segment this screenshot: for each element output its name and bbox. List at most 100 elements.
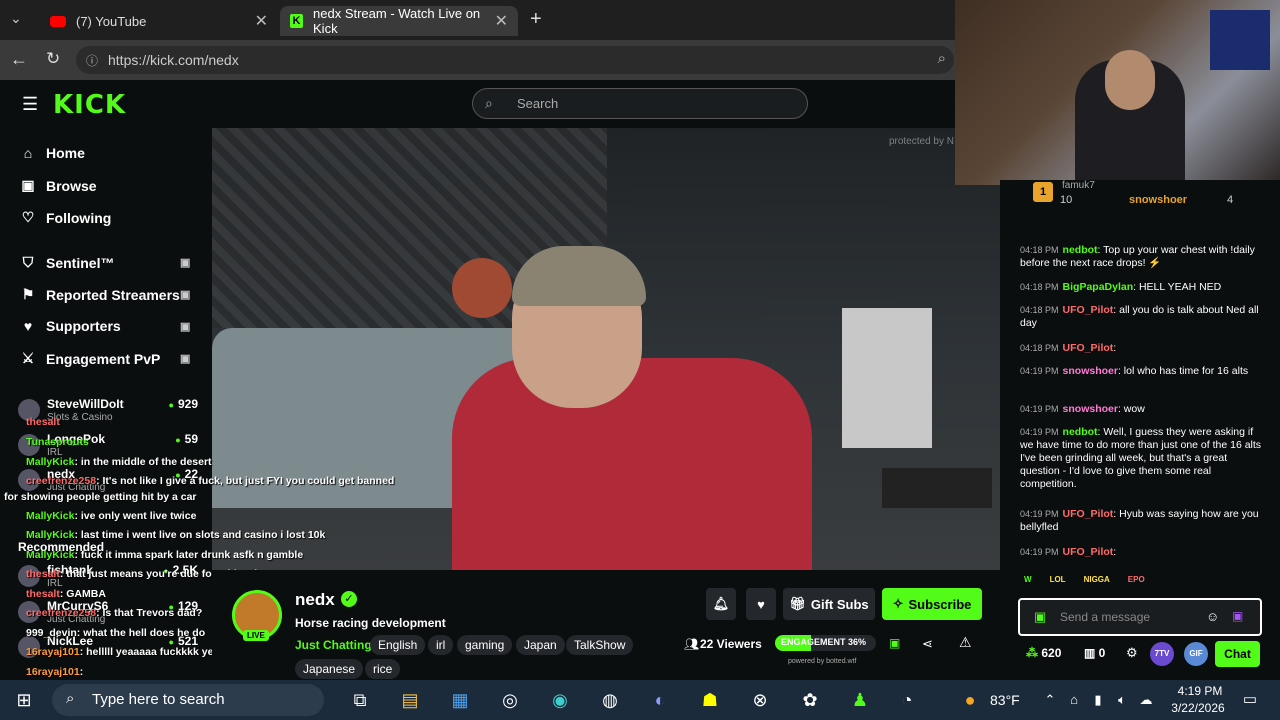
emote-bar: W LOL NIGGA EPO: [1024, 575, 1260, 591]
sidebar-item-label: Home: [46, 145, 85, 161]
chat-username[interactable]: nedbot: [1063, 426, 1098, 438]
sidebar-item-engagement-pvp[interactable]: ⚔ Engagement PvP ▣: [18, 350, 191, 367]
app-icon[interactable]: ♟: [848, 688, 872, 712]
external-link-icon: ▣: [180, 257, 191, 269]
emote[interactable]: LOL: [1050, 575, 1066, 591]
chat-username[interactable]: UFO_Pilot: [1063, 304, 1114, 316]
clock-time[interactable]: 4:19 PM: [1170, 684, 1230, 698]
obs-icon[interactable]: ◍: [598, 688, 622, 712]
points-icon: ⁂: [1026, 646, 1042, 660]
close-tab-icon[interactable]: ✕: [495, 11, 508, 31]
kick-logo[interactable]: KICK: [53, 90, 126, 120]
chat-username: MallyKick: [26, 529, 75, 541]
chat-username[interactable]: snowshoer: [1063, 365, 1118, 377]
sidebar-item-browse[interactable]: ▣ Browse: [18, 177, 96, 194]
follow-button[interactable]: ♥: [746, 588, 776, 620]
emoji-icon[interactable]: ☺: [1206, 609, 1219, 624]
share-icon[interactable]: ⋖: [922, 636, 933, 652]
tag[interactable]: Japan: [516, 635, 565, 655]
tab-youtube[interactable]: (7) YouTube ✕: [40, 6, 278, 36]
back-icon[interactable]: ←: [10, 49, 28, 70]
sidebar-item-sentinel[interactable]: ⛉ Sentinel™ ▣: [18, 254, 191, 271]
notifications-icon[interactable]: ▭: [1238, 688, 1262, 712]
gifts-display[interactable]: ▥ 0: [1084, 646, 1105, 660]
emote[interactable]: NIGGA: [1084, 575, 1110, 591]
app-icon[interactable]: ◔: [895, 688, 919, 712]
chat-send-button[interactable]: Chat: [1215, 641, 1260, 667]
task-view-icon[interactable]: ⧉: [348, 688, 372, 712]
sidebar-item-reported-streamers[interactable]: ⚑ Reported Streamers ▣: [18, 286, 191, 303]
cloud-icon[interactable]: ☁: [1134, 688, 1158, 712]
chart-icon[interactable]: ▣: [889, 636, 900, 650]
clock-date[interactable]: 3/22/2026: [1164, 701, 1232, 715]
watermark: protected by N: [888, 136, 954, 147]
sidebar-item-supporters[interactable]: ♥ Supporters ▣: [18, 318, 191, 334]
sidebar-item-label: Following: [46, 209, 112, 226]
emote[interactable]: EPO: [1128, 575, 1145, 591]
heart-icon: ♥: [757, 596, 765, 612]
settings-gear-icon[interactable]: ⚙: [1126, 645, 1138, 661]
battery-icon[interactable]: ▮: [1086, 688, 1110, 712]
site-info-icon[interactable]: ⓘ: [86, 52, 98, 69]
taskbar-search[interactable]: ⌕ Type here to search: [52, 684, 324, 716]
emote[interactable]: W: [1024, 575, 1032, 591]
discord-icon[interactable]: ◐: [648, 688, 672, 712]
seventv-button[interactable]: 7TV: [1150, 642, 1174, 666]
users-icon: 👥︎: [684, 637, 700, 651]
xbox-icon[interactable]: ⊗: [748, 688, 772, 712]
close-tab-icon[interactable]: ✕: [255, 11, 268, 31]
points-display[interactable]: ⁂ 620: [1026, 646, 1061, 660]
chat-username[interactable]: nedbot: [1063, 244, 1098, 256]
subscribe-button[interactable]: ✧ Subscribe: [882, 588, 982, 620]
gif-button[interactable]: GIF: [1184, 642, 1208, 666]
chat-username[interactable]: UFO_Pilot: [1063, 546, 1114, 558]
sidebar-item-label: Sentinel™: [46, 254, 115, 271]
extension-icon[interactable]: ▣: [1232, 609, 1243, 623]
tag[interactable]: irl: [428, 635, 454, 655]
tray-chevron-icon[interactable]: ⌃: [1038, 688, 1062, 712]
steam-icon[interactable]: ◎: [498, 688, 522, 712]
tag[interactable]: Japanese: [295, 659, 364, 679]
snapchat-icon[interactable]: ☗: [698, 688, 722, 712]
chat-username[interactable]: UFO_Pilot: [1063, 508, 1114, 520]
store-icon[interactable]: ▦: [448, 688, 472, 712]
category-link[interactable]: Just Chatting: [295, 638, 372, 652]
file-explorer-icon[interactable]: ▤: [398, 688, 422, 712]
chat-message: 04:19 PM snowshoer: lol who has time for …: [1020, 365, 1262, 378]
chat-username[interactable]: UFO_Pilot: [1063, 342, 1114, 354]
chat-input[interactable]: ▣ Send a message ☺ ▣: [1018, 598, 1262, 636]
app-icon[interactable]: ✿: [798, 688, 822, 712]
new-tab-icon[interactable]: +: [530, 8, 542, 31]
chat-username[interactable]: snowshoer: [1063, 403, 1118, 415]
reload-icon[interactable]: ↻: [46, 49, 60, 69]
windows-taskbar: ⊞ ⌕ Type here to search ⧉ ▤ ▦ ◎ ◉ ◍ ◐ ☗ …: [0, 680, 1280, 720]
streamer-name[interactable]: nedx: [295, 590, 335, 610]
url-field[interactable]: ⓘ https://kick.com/nedx ⌕: [76, 46, 954, 74]
tag[interactable]: English: [370, 635, 426, 655]
tag[interactable]: TalkShow: [566, 635, 634, 655]
volume-icon[interactable]: 🔈︎: [1110, 688, 1134, 712]
chat-username[interactable]: BigPapaDylan: [1063, 281, 1134, 293]
windows-start-icon[interactable]: ⊞: [12, 688, 36, 712]
search-icon[interactable]: ⌕: [938, 50, 946, 67]
sidebar-item-following[interactable]: ♡ Following: [18, 209, 112, 226]
tab-list-chevron-icon[interactable]: ⌄: [10, 10, 22, 27]
chat-message: 04:19 PM nedbot: Well, I guess they were …: [1020, 426, 1262, 491]
emote-picker-icon[interactable]: ▣: [1034, 609, 1046, 625]
weather-temp[interactable]: 83°F: [990, 692, 1020, 708]
sidebar-item-home[interactable]: ⌂ Home: [18, 145, 85, 161]
notification-bell-button[interactable]: 🔔︎: [706, 588, 736, 620]
network-icon[interactable]: ⌂: [1062, 688, 1086, 712]
chat-time: 04:18 PM: [1020, 282, 1059, 292]
gift-subs-button[interactable]: 🎁︎ Gift Subs: [783, 588, 875, 620]
tag[interactable]: gaming: [457, 635, 513, 655]
menu-icon[interactable]: ☰: [22, 94, 38, 115]
search-input[interactable]: ⌕ Search: [472, 88, 808, 119]
tab-youtube-label: (7) YouTube: [76, 13, 147, 29]
report-icon[interactable]: ⚠: [959, 634, 972, 651]
engagement-label: ENGAGEMENT 36%: [781, 637, 867, 647]
tab-kick[interactable]: K nedx Stream - Watch Live on Kick ✕: [280, 6, 518, 36]
tag[interactable]: rice: [365, 659, 401, 679]
edge-icon[interactable]: ◉: [548, 688, 572, 712]
weather-icon[interactable]: ●: [958, 688, 982, 712]
